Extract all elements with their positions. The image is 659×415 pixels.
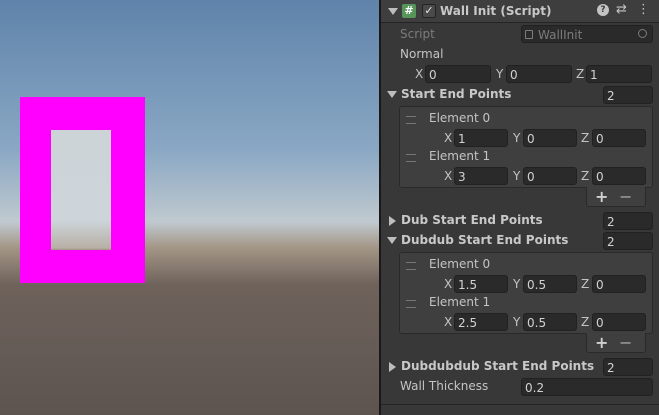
wall-opening [51,130,111,250]
normal-z-field[interactable]: 1 [586,65,652,83]
component-title: Wall Init (Script) [440,4,552,18]
dub-foldout-icon[interactable] [389,216,396,226]
dubdub-element-1-x-axis-label: X [444,315,453,329]
dubdub-start-end-points-label[interactable]: Dubdub Start End Points [401,231,568,249]
dubdub-element-1-y-field[interactable]: 0.5 [523,313,577,331]
start-element-1-z-field[interactable]: 0 [592,167,646,185]
dubdub-remove-element-button[interactable]: − [619,335,632,351]
start-element-0-x-field[interactable]: 1 [454,129,508,147]
start-add-element-button[interactable]: + [595,189,608,205]
dub-start-end-points-label[interactable]: Dub Start End Points [401,211,543,229]
normal-label: Normal [400,47,444,61]
drag-handle-icon[interactable] [406,300,416,308]
dubdub-size-field[interactable]: 2 [603,232,653,250]
dubdubdub-size-field[interactable]: 2 [603,358,653,376]
script-label: Script [400,27,435,41]
start-element-0-label[interactable]: Element 0 [429,109,490,127]
wall-thickness-field[interactable]: 0.2 [521,378,653,396]
scene-view[interactable] [0,0,379,415]
wall-thickness-label: Wall Thickness [400,379,489,393]
normal-z-axis-label: Z [576,67,585,81]
script-file-icon [525,30,533,39]
drag-handle-icon[interactable] [406,262,416,270]
start-element-0-y-axis-label: Y [513,131,521,145]
start-element-1-x-axis-label: X [444,169,453,183]
start-element-0-z-axis-label: Z [581,131,590,145]
dubdubdub-foldout-icon[interactable] [389,362,396,372]
dubdub-element-1-x-field[interactable]: 2.5 [454,313,508,331]
start-remove-element-button[interactable]: − [619,189,632,205]
dubdub-element-0-y-field[interactable]: 0.5 [523,275,577,293]
start-element-0-y-field[interactable]: 0 [523,129,577,147]
dub-size-field[interactable]: 2 [603,212,653,230]
normal-y-field[interactable]: 0 [506,65,572,83]
start-element-1-y-axis-label: Y [513,169,521,183]
script-hash-icon: # [402,4,416,18]
dubdubdub-start-end-points-label[interactable]: Dubdubdub Start End Points [401,357,594,375]
start-element-1-z-axis-label: Z [581,169,590,183]
normal-x-axis-label: X [415,67,424,81]
dubdub-foldout-icon[interactable] [387,237,397,244]
dubdub-add-element-button[interactable]: + [595,335,608,351]
preset-icon[interactable]: ⇄ [616,2,627,18]
drag-handle-icon[interactable] [406,116,416,124]
drag-handle-icon[interactable] [406,154,416,162]
dubdub-element-1-z-field[interactable]: 0 [592,313,646,331]
enabled-checkbox[interactable]: ✓ [422,4,436,18]
start-end-points-size-field[interactable]: 2 [603,86,653,104]
dubdub-element-0-z-field[interactable]: 0 [592,275,646,293]
dubdub-element-0-x-field[interactable]: 1.5 [454,275,508,293]
foldout-arrow-icon[interactable] [388,8,398,15]
start-element-1-x-field[interactable]: 3 [454,167,508,185]
dubdub-element-1-label[interactable]: Element 1 [429,293,490,311]
normal-x-field[interactable]: 0 [425,65,491,83]
start-element-1-label[interactable]: Element 1 [429,147,490,165]
object-picker-icon[interactable] [638,29,647,38]
start-end-points-label[interactable]: Start End Points [401,85,511,103]
component-separator [381,404,659,405]
help-icon[interactable]: ? [597,4,609,16]
dubdub-element-1-y-axis-label: Y [513,315,521,329]
start-end-points-foldout-icon[interactable] [387,91,397,98]
normal-y-axis-label: Y [496,67,504,81]
dubdub-element-0-y-axis-label: Y [513,277,521,291]
dubdub-element-1-z-axis-label: Z [581,315,590,329]
start-element-0-z-field[interactable]: 0 [592,129,646,147]
start-element-1-y-field[interactable]: 0 [523,167,577,185]
dubdub-element-0-x-axis-label: X [444,277,453,291]
dubdub-element-0-label[interactable]: Element 0 [429,255,490,273]
kebab-menu-icon[interactable]: ⋮ [637,2,650,18]
dubdub-element-0-z-axis-label: Z [581,277,590,291]
start-element-0-x-axis-label: X [444,131,453,145]
inspector-panel: # ✓ Wall Init (Script) ? ⇄ ⋮ Script Wall… [381,0,659,415]
script-field[interactable]: WallInit [521,25,653,43]
